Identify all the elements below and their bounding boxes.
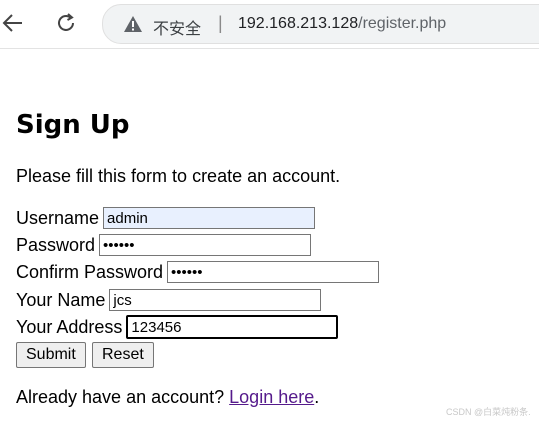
address-bar[interactable]: 不安全 | 192.168.213.128/register.php xyxy=(102,4,539,44)
url-host: 192.168.213.128 xyxy=(238,15,359,32)
watermark: CSDN @白菜炖粉条. xyxy=(446,407,531,417)
submit-button[interactable]: Submit xyxy=(16,342,86,368)
name-row: Your Name xyxy=(16,287,322,313)
page-title: Sign Up xyxy=(16,110,130,140)
name-label: Your Name xyxy=(16,289,106,310)
url-path: /register.php xyxy=(358,15,447,32)
url-text[interactable]: 192.168.213.128/register.php xyxy=(238,15,446,33)
intro-text: Please fill this form to create an accou… xyxy=(16,166,341,186)
address-input[interactable] xyxy=(126,315,339,339)
confirm-password-label: Confirm Password xyxy=(16,261,164,282)
confirm-password-input[interactable] xyxy=(167,261,380,283)
reload-icon xyxy=(58,13,74,31)
not-secure-label[interactable]: 不安全 xyxy=(153,15,201,39)
username-input[interactable] xyxy=(103,207,316,229)
login-prompt-text: Already have an account? xyxy=(16,387,230,407)
login-link[interactable]: Login here xyxy=(229,387,314,407)
back-button[interactable] xyxy=(0,10,26,36)
reload-button[interactable] xyxy=(53,10,79,36)
back-arrow-icon xyxy=(2,14,22,32)
reset-button[interactable]: Reset xyxy=(92,342,154,368)
username-row: Username xyxy=(16,205,316,231)
warning-icon[interactable] xyxy=(123,15,143,33)
password-row: Password xyxy=(16,232,312,258)
address-row: Your Address xyxy=(16,314,339,340)
login-prompt: Already have an account? Login here. xyxy=(16,387,319,408)
confirm-password-row: Confirm Password xyxy=(16,259,380,285)
login-prompt-suffix: . xyxy=(314,387,320,407)
password-label: Password xyxy=(16,234,96,255)
name-input[interactable] xyxy=(109,289,322,311)
username-label: Username xyxy=(16,207,100,228)
address-label: Your Address xyxy=(16,316,123,337)
password-input[interactable] xyxy=(99,234,312,256)
url-separator: | xyxy=(218,13,223,33)
browser-toolbar: 不安全 | 192.168.213.128/register.php xyxy=(0,0,539,49)
